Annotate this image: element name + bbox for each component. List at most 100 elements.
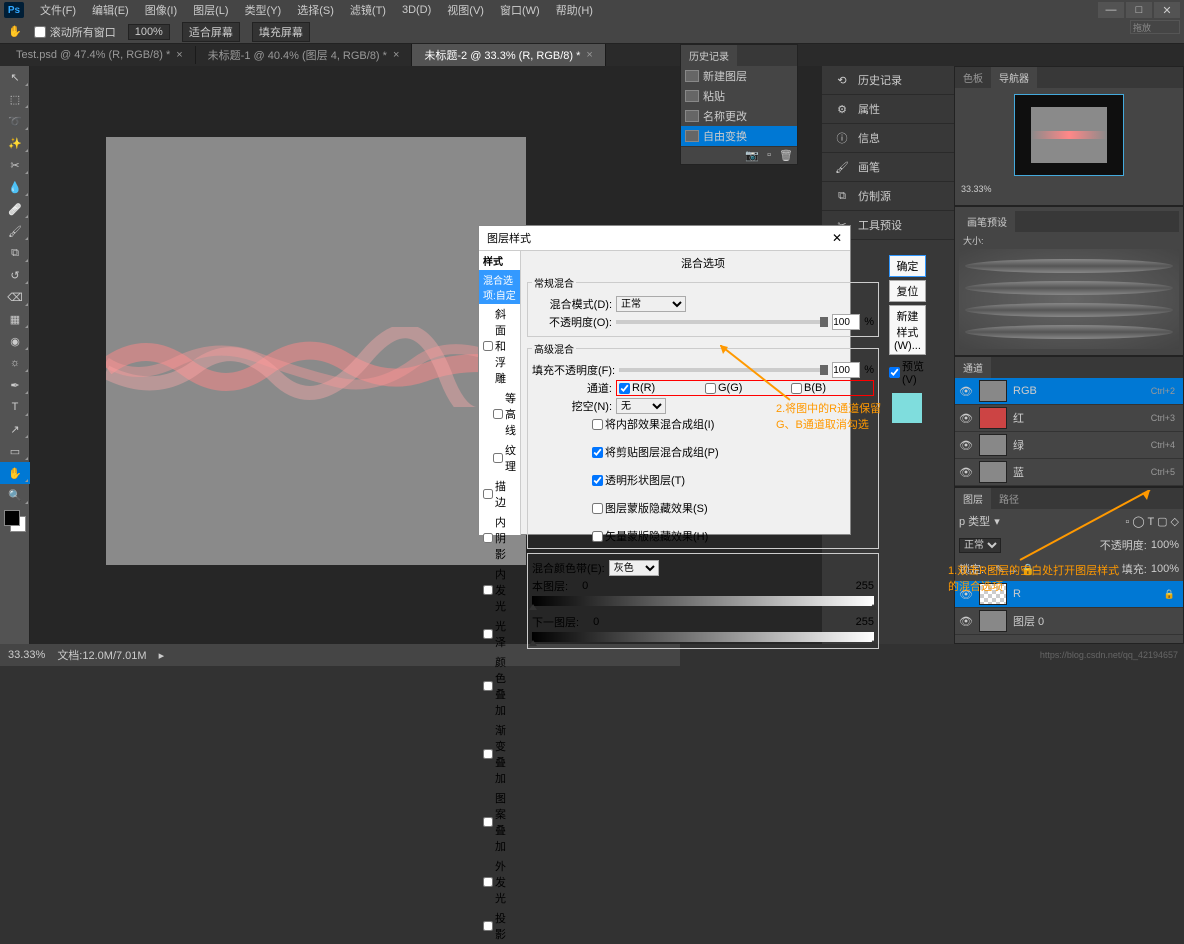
lasso-tool[interactable]: ➰ [0,110,30,132]
knockout-select[interactable]: 无 [616,398,666,414]
cb-vector-mask-hides[interactable]: 矢量蒙版隐藏效果(H) [592,528,874,544]
cb-layer-mask-hides[interactable]: 图层蒙版隐藏效果(S) [592,500,874,516]
maximize-button[interactable]: □ [1126,2,1152,18]
swatches-tab[interactable]: 色板 [955,67,991,88]
navigator-thumb[interactable] [1014,94,1124,176]
scroll-all-checkbox[interactable]: 滚动所有窗口 [34,24,116,40]
move-tool[interactable]: ↖ [0,66,30,88]
fg-color[interactable] [4,510,20,526]
color-swatches[interactable] [4,510,26,532]
canvas[interactable] [106,137,526,565]
trash-icon[interactable]: 🗑 [779,149,793,162]
menu-file[interactable]: 文件(F) [32,0,84,20]
blend-mode-select[interactable]: 正常 [616,296,686,312]
under-layer-gradient[interactable] [532,632,874,642]
style-texture[interactable]: 纹理 [479,440,520,476]
menu-3d[interactable]: 3D(D) [394,2,439,18]
style-color-overlay[interactable]: 颜色叠加 [479,652,520,720]
brush-preset-tab[interactable]: 画笔预设 [959,211,1015,232]
menu-help[interactable]: 帮助(H) [548,0,601,20]
wand-tool[interactable]: ✨ [0,132,30,154]
history-item[interactable]: 自由变换 [681,126,797,146]
fill-screen-button[interactable]: 填充屏幕 [252,22,310,42]
gradient-tool[interactable]: ▦ [0,308,30,330]
fit-screen-button[interactable]: 适合屏幕 [182,22,240,42]
eraser-tool[interactable]: ⌫ [0,286,30,308]
menu-view[interactable]: 视图(V) [439,0,492,20]
doc-tab-3[interactable]: 未标题-2 @ 33.3% (R, RGB/8) *× [412,44,605,66]
zoom-100-button[interactable]: 100% [128,24,170,40]
opacity-input[interactable] [832,314,860,330]
style-blend-options[interactable]: 混合选项:自定 [479,270,520,304]
channel-r-checkbox[interactable]: R(R) [619,382,699,394]
minimize-button[interactable]: — [1098,2,1124,18]
channel-g-checkbox[interactable]: G(G) [705,382,785,394]
history-item[interactable]: 粘贴 [681,86,797,106]
style-stroke[interactable]: 描边 [479,476,520,512]
zoom-tool[interactable]: 🔍 [0,484,30,506]
doc-tab-2[interactable]: 未标题-1 @ 40.4% (图层 4, RGB/8) *× [196,44,413,66]
history-item[interactable]: 新建图层 [681,66,797,86]
dialog-titlebar[interactable]: 图层样式 ✕ [479,226,850,251]
menu-window[interactable]: 窗口(W) [492,0,548,20]
style-bevel[interactable]: 斜面和浮雕 [479,304,520,388]
path-tool[interactable]: ↗ [0,418,30,440]
marquee-tool[interactable]: ⬚ [0,88,30,110]
heal-tool[interactable]: 🩹 [0,198,30,220]
eye-icon[interactable]: 👁 [959,466,973,479]
eyedrop-tool[interactable]: 💧 [0,176,30,198]
menu-layer[interactable]: 图层(L) [185,0,236,20]
panel-history[interactable]: ⟲历史记录 [822,66,954,95]
paths-tab[interactable]: 路径 [991,488,1027,509]
hand-tool[interactable]: ✋ [0,462,30,484]
status-zoom[interactable]: 33.33% [8,649,45,661]
history-brush-tool[interactable]: ↺ [0,264,30,286]
tab-close-icon[interactable]: × [176,49,182,61]
style-drop-shadow[interactable]: 投影 [479,908,520,944]
channel-b-checkbox[interactable]: B(B) [791,382,871,394]
type-tool[interactable]: T [0,396,30,418]
close-button[interactable]: ✕ [1154,2,1180,18]
channels-tab[interactable]: 通道 [955,357,991,378]
tab-close-icon[interactable]: × [586,49,592,61]
style-inner-shadow[interactable]: 内阴影 [479,512,520,564]
fill-opacity-slider[interactable] [619,368,828,372]
this-layer-gradient[interactable] [532,596,874,606]
eye-icon[interactable]: 👁 [959,439,973,452]
channel-red[interactable]: 👁红Ctrl+3 [955,405,1183,432]
opacity-slider[interactable] [616,320,828,324]
dodge-tool[interactable]: ☼ [0,352,30,374]
panel-properties[interactable]: ⚙属性 [822,95,954,124]
cb-transparency-shapes[interactable]: 透明形状图层(T) [592,472,874,488]
camera-icon[interactable]: 📷 [745,149,759,162]
shape-tool[interactable]: ▭ [0,440,30,462]
style-pattern-overlay[interactable]: 图案叠加 [479,788,520,856]
history-item[interactable]: 名称更改 [681,106,797,126]
panel-info[interactable]: ⓘ信息 [822,124,954,153]
eye-icon[interactable]: 👁 [959,615,973,628]
brush-tool[interactable]: 🖌 [0,220,30,242]
panel-clone[interactable]: ⧉仿制源 [822,182,954,211]
style-contour[interactable]: 等高线 [479,388,520,440]
crop-tool[interactable]: ✂ [0,154,30,176]
eye-icon[interactable]: 👁 [959,412,973,425]
pen-tool[interactable]: ✒ [0,374,30,396]
search-box[interactable]: 拖放 [1130,20,1180,34]
layer-0[interactable]: 👁图层 0 [955,608,1183,635]
menu-image[interactable]: 图像(I) [137,0,185,20]
fill-opacity-input[interactable] [832,362,860,378]
cb-blend-clipped[interactable]: 将剪贴图层混合成组(P) [592,444,874,460]
blend-if-select[interactable]: 灰色 [609,560,659,576]
channel-blue[interactable]: 👁蓝Ctrl+5 [955,459,1183,486]
new-style-button[interactable]: 新建样式(W)... [889,305,926,355]
menu-select[interactable]: 选择(S) [289,0,342,20]
dialog-close-button[interactable]: ✕ [832,231,842,245]
opacity-value[interactable]: 100% [1151,539,1179,551]
history-tab[interactable]: 历史记录 [681,45,737,66]
navigator-tab[interactable]: 导航器 [991,67,1037,88]
cancel-button[interactable]: 复位 [889,280,926,302]
preview-checkbox[interactable]: 预览(V) [889,358,926,386]
channel-green[interactable]: 👁绿Ctrl+4 [955,432,1183,459]
style-gradient-overlay[interactable]: 渐变叠加 [479,720,520,788]
ok-button[interactable]: 确定 [889,255,926,277]
